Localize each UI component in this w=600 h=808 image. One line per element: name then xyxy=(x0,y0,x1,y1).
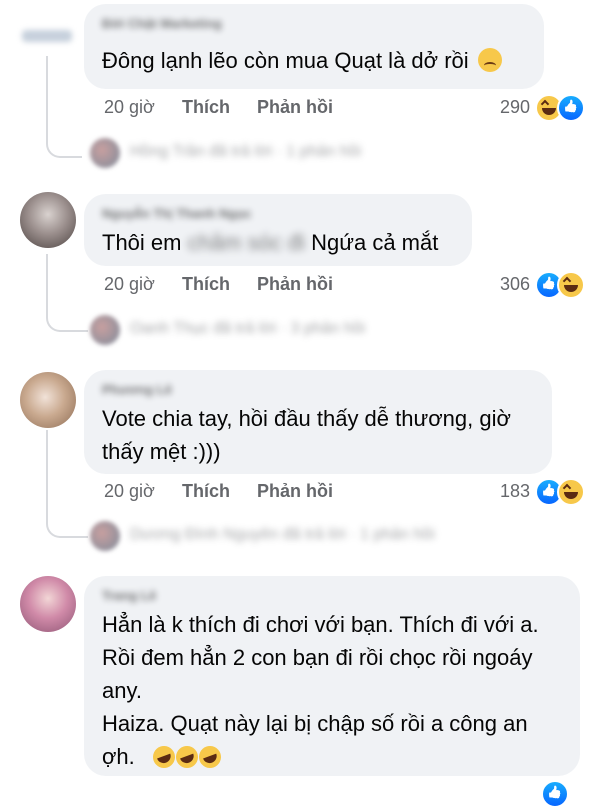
comment-time[interactable]: 20 giờ xyxy=(104,274,155,295)
like-reaction-icon xyxy=(557,94,585,122)
like-button[interactable]: Thích xyxy=(182,97,230,118)
avatar[interactable] xyxy=(20,192,76,248)
like-reaction-icon xyxy=(541,780,569,808)
view-replies-link[interactable]: Dương Đình Nguyên đã trả lời · 1 phản hồ… xyxy=(90,521,510,551)
avatar[interactable] xyxy=(20,372,76,428)
comment-author[interactable]: Nguyễn Thị Thanh Ngọc xyxy=(102,206,252,221)
like-button[interactable]: Thích xyxy=(182,274,230,295)
comment-time[interactable]: 20 giờ xyxy=(104,97,155,118)
rofl-icon xyxy=(173,742,202,772)
comment-actions: 20 giờ Thích Phản hồi xyxy=(104,274,364,298)
thread-line xyxy=(46,254,88,332)
comment-text: Thôi em chăm sóc đi Ngứa cả mắt xyxy=(102,230,439,255)
reaction-count[interactable]: 183 xyxy=(470,481,530,502)
comment-text: Vote chia tay, hồi đầu thấy dễ thương, g… xyxy=(102,406,511,464)
like-button[interactable]: Thích xyxy=(182,481,230,502)
avatar[interactable] xyxy=(22,30,72,42)
reply-avatar xyxy=(90,315,120,345)
reaction-count[interactable]: 306 xyxy=(470,274,530,295)
disappointed-face-icon xyxy=(477,48,502,72)
comment-actions: 20 giờ Thích Phản hồi xyxy=(104,481,364,505)
reply-button[interactable]: Phản hồi xyxy=(257,97,333,118)
comment-author[interactable]: Đời Chật Marketing xyxy=(102,16,222,31)
avatar[interactable] xyxy=(20,576,76,632)
comment-text: Hẳn là k thích đi chơi với bạn. Thích đi… xyxy=(102,608,539,773)
view-replies-link[interactable]: Hồng Trần đã trả lời · 1 phản hồi xyxy=(90,138,410,168)
last-line: ợh. xyxy=(102,740,539,773)
rofl-icon xyxy=(150,742,179,772)
comment-bubble: Trang Lê Hẳn là k thích đi chơi với bạn.… xyxy=(84,576,580,776)
comment-author[interactable]: Trang Lê xyxy=(102,588,156,603)
reply-button[interactable]: Phản hồi xyxy=(257,481,333,502)
comment-text: Đông lạnh lẽo còn mua Quạt là dở rồi xyxy=(102,44,502,77)
comment-bubble: Phương Lê Vote chia tay, hồi đầu thấy dễ… xyxy=(84,370,552,474)
haha-reaction-icon xyxy=(557,271,585,299)
comment-time[interactable]: 20 giờ xyxy=(104,481,155,502)
reply-avatar xyxy=(90,521,120,551)
reply-avatar xyxy=(90,138,120,168)
haha-reaction-icon xyxy=(557,478,585,506)
comment-bubble: Đời Chật Marketing Đông lạnh lẽo còn mua… xyxy=(84,4,544,89)
reaction-count[interactable]: 290 xyxy=(470,97,530,118)
comment-actions: 20 giờ Thích Phản hồi xyxy=(104,97,364,121)
thread-line xyxy=(46,430,88,538)
comment-bubble: Nguyễn Thị Thanh Ngọc Thôi em chăm sóc đ… xyxy=(84,194,472,266)
rofl-icon xyxy=(196,742,225,772)
reply-button[interactable]: Phản hồi xyxy=(257,274,333,295)
thread-line xyxy=(46,56,82,158)
comment-author[interactable]: Phương Lê xyxy=(102,382,172,397)
view-replies-link[interactable]: Oanh Thục đã trả lời · 3 phản hồi xyxy=(90,315,490,345)
